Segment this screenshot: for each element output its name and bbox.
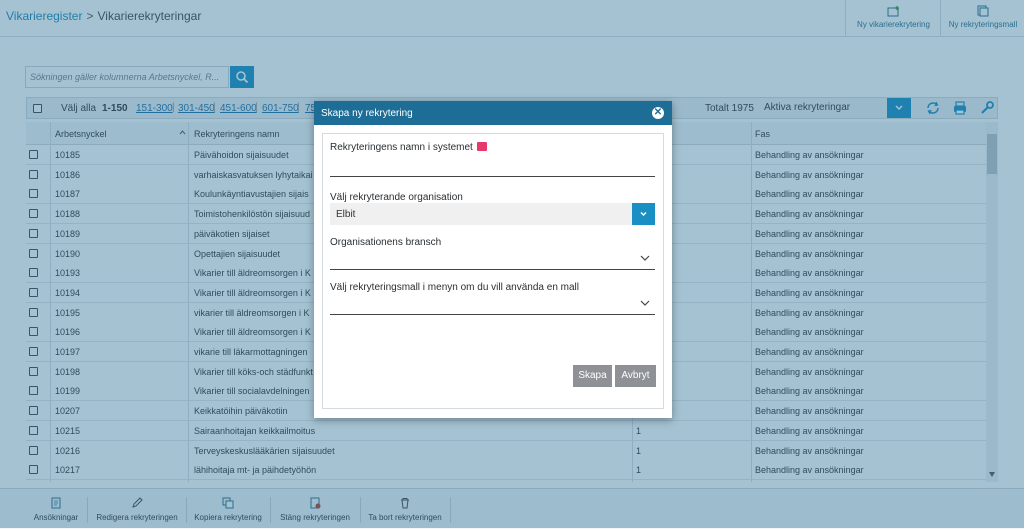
organization-label: Välj rekryterande organisation: [330, 192, 463, 203]
branch-select[interactable]: [330, 247, 655, 270]
organization-select[interactable]: Elbit: [330, 203, 655, 225]
cancel-button[interactable]: Avbryt: [615, 365, 656, 387]
organization-dropdown-button[interactable]: [632, 203, 655, 225]
template-select[interactable]: [330, 292, 655, 315]
chevron-down-icon: [640, 211, 647, 217]
chevron-down-icon: [640, 300, 650, 306]
app-window: Vikarieregister > Vikarierekryteringar Ny …: [0, 0, 1024, 529]
recruitment-name-label-row: Rekryteringens namn i systemet: [330, 141, 487, 153]
create-recruitment-dialog: Skapa ny rekrytering ✕ Rekryteringens na…: [314, 101, 672, 418]
organization-select-value: Elbit: [336, 209, 356, 220]
recruitment-name-label: Rekryteringens namn i systemet: [330, 142, 473, 153]
dialog-title: Skapa ny rekrytering: [321, 108, 413, 119]
recruitment-name-input[interactable]: [330, 157, 655, 177]
create-button[interactable]: Skapa: [573, 365, 612, 387]
required-icon: [476, 141, 487, 151]
close-icon[interactable]: ✕: [652, 107, 664, 119]
chevron-down-icon: [640, 255, 650, 261]
dialog-body: Rekryteringens namn i systemet Välj rekr…: [322, 133, 664, 409]
dialog-header: Skapa ny rekrytering ✕: [314, 101, 672, 125]
